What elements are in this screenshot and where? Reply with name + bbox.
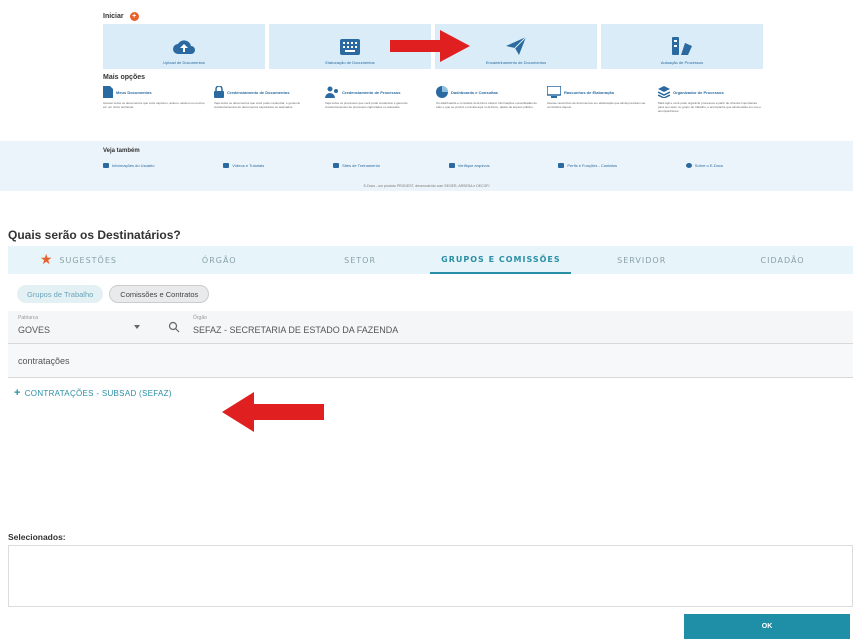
option-meus-documentos[interactable]: Meus Documentos Acesse todos os document… [103, 86, 208, 138]
tile-autuacao[interactable]: Autuação de Processos [601, 24, 763, 69]
red-arrow-right-icon [390, 30, 470, 62]
selecionados-box[interactable] [8, 545, 853, 607]
veja-links: Informações do Usuário Vídeos e Tutoriai… [103, 163, 723, 168]
veja-tambem-section: Veja também Informações do Usuário Vídeo… [0, 141, 853, 191]
ok-button[interactable]: OK [684, 614, 850, 639]
link-label: Perfis e Funções - Contatos [567, 163, 617, 168]
cloud-upload-icon [173, 40, 195, 54]
veja-tambem-heading: Veja também [103, 148, 140, 154]
users-icon [325, 86, 338, 98]
tile-label: Upload de Documentos [163, 60, 205, 65]
grid-icon [558, 163, 565, 168]
file-pages-icon [672, 37, 692, 55]
link-label: Verifique arquivos [457, 163, 490, 168]
link-videos[interactable]: Vídeos e Tutoriais [223, 163, 264, 168]
result-item[interactable]: + CONTRATAÇÕES - SUBSAD (SEFAZ) [14, 387, 172, 399]
link-info-usuario[interactable]: Informações do Usuário [103, 163, 154, 168]
link-perfis[interactable]: Perfis e Funções - Contatos [558, 163, 617, 168]
mais-opcoes-heading: Mais opções [103, 74, 146, 81]
pie-chart-icon [436, 86, 448, 98]
option-title: Meus Documentos [116, 89, 152, 95]
iniciar-heading: Iniciar + [103, 12, 139, 21]
tab-servidor[interactable]: SERVIDOR [571, 246, 712, 274]
plus-icon: + [14, 387, 21, 399]
search-input-value: contratações [18, 356, 70, 366]
option-title: Credenciamento de Processos [342, 89, 401, 95]
selecionados-label: Selecionados: [8, 532, 66, 542]
result-label: CONTRATAÇÕES - SUBSAD (SEFAZ) [24, 388, 172, 398]
portal-footer: E-Docs - um produto PRODEST, desenvolvid… [363, 184, 490, 188]
option-title: Credenciamento de Documentos [227, 89, 290, 95]
option-organizador[interactable]: Organizador de Processos Mais ágil e voc… [658, 86, 763, 138]
chip-comissoes-contratos[interactable]: Comissões e Contratos [109, 285, 210, 303]
search-icon[interactable] [168, 321, 180, 333]
video-icon [223, 163, 230, 168]
tile-label: Autuação de Processos [660, 60, 704, 65]
orgao-field[interactable]: SEFAZ - SECRETARIA DE ESTADO DA FAZENDA [193, 325, 398, 335]
tab-cidadao[interactable]: CIDADÃO [712, 246, 853, 274]
chip-grupos-trabalho[interactable]: Grupos de Trabalho [17, 285, 104, 303]
option-title: Organizador de Processos [673, 89, 724, 95]
document-icon [103, 86, 113, 98]
option-desc: Acesse todos os documentos que você capt… [103, 101, 206, 109]
add-icon[interactable]: + [129, 12, 139, 21]
link-label: Vídeos e Tutoriais [232, 163, 265, 168]
option-desc: Mais ágil e você pode organizar processo… [658, 101, 761, 113]
star-icon: ★ [39, 252, 54, 268]
option-cred-processos[interactable]: Credenciamento de Processos Veja todos o… [325, 86, 430, 138]
user-card-icon [103, 163, 109, 168]
tab-grupos-comissoes[interactable]: GRUPOS E COMISSÕES [430, 246, 572, 274]
chevron-down-icon[interactable] [134, 325, 140, 329]
tab-setor[interactable]: SETOR [290, 246, 431, 274]
link-verifique[interactable]: Verifique arquivos [448, 163, 490, 168]
link-sobre[interactable]: Sobre o E-Docs [685, 163, 723, 168]
monitor-icon [333, 163, 340, 168]
tile-label: Elaboração de Documentos [325, 60, 375, 65]
link-label: Sites de Treinamento [342, 163, 380, 168]
destinatarios-title: Quais serão os Destinatários? [8, 228, 181, 242]
group-search-input[interactable]: contratações [8, 344, 853, 378]
orgao-label: Órgão [193, 315, 207, 321]
keyboard-icon [340, 39, 360, 55]
tab-sugestoes[interactable]: ★ SUGESTÕES [8, 246, 149, 274]
group-type-chips: Grupos de Trabalho Comissões e Contratos [17, 285, 210, 303]
tab-orgao[interactable]: ÓRGÃO [149, 246, 290, 274]
lock-icon [214, 86, 224, 98]
tab-label: SERVIDOR [617, 255, 667, 265]
tab-label: CIDADÃO [760, 255, 805, 265]
option-desc: Os dashboards e consultas do E-Docs traz… [436, 101, 537, 109]
option-desc: Veja todos os processos que você pode cr… [325, 101, 408, 109]
link-treinamento[interactable]: Sites de Treinamento [333, 163, 380, 168]
option-dashboards[interactable]: Dashboards e Consultas Os dashboards e c… [436, 86, 541, 138]
patriarca-select[interactable]: GOVES [18, 325, 50, 335]
red-arrow-left-icon [222, 392, 324, 432]
tab-label: ÓRGÃO [201, 255, 237, 265]
filters-row: Patriarca GOVES Órgão SEFAZ - SECRETARIA… [8, 311, 853, 344]
tile-label: Encaminhamento de Documentos [485, 60, 547, 65]
layers-icon [658, 86, 670, 98]
destinatario-tabs: ★ SUGESTÕES ÓRGÃO SETOR GRUPOS E COMISSÕE… [8, 246, 853, 274]
patriarca-label: Patriarca [18, 315, 39, 321]
option-desc: Acesse rascunhos de documentos em elabor… [547, 101, 646, 109]
option-desc: Veja todos os documentos que você pode c… [214, 101, 301, 109]
tile-upload[interactable]: Upload de Documentos [103, 24, 265, 69]
paper-plane-icon [506, 36, 527, 55]
option-title: Rascunhos de Elaboração [564, 89, 615, 95]
iniciar-label: Iniciar [103, 13, 124, 20]
chart-icon [448, 163, 455, 168]
info-icon [685, 163, 692, 168]
tab-label: SETOR [344, 255, 376, 265]
option-rascunhos[interactable]: Rascunhos de Elaboração Acesse rascunhos… [547, 86, 652, 138]
more-options: Meus Documentos Acesse todos os document… [103, 86, 763, 138]
link-label: Sobre o E-Docs [694, 163, 723, 168]
monitor-icon [547, 86, 561, 98]
page: Iniciar + Upload de Documentos Elaboraçã… [0, 0, 853, 639]
link-label: Informações do Usuário [112, 163, 155, 168]
tab-label: SUGESTÕES [59, 255, 117, 265]
tab-label: GRUPOS E COMISSÕES [441, 254, 561, 264]
option-title: Dashboards e Consultas [451, 89, 498, 95]
option-cred-documentos[interactable]: Credenciamento de Documentos Veja todos … [214, 86, 319, 138]
